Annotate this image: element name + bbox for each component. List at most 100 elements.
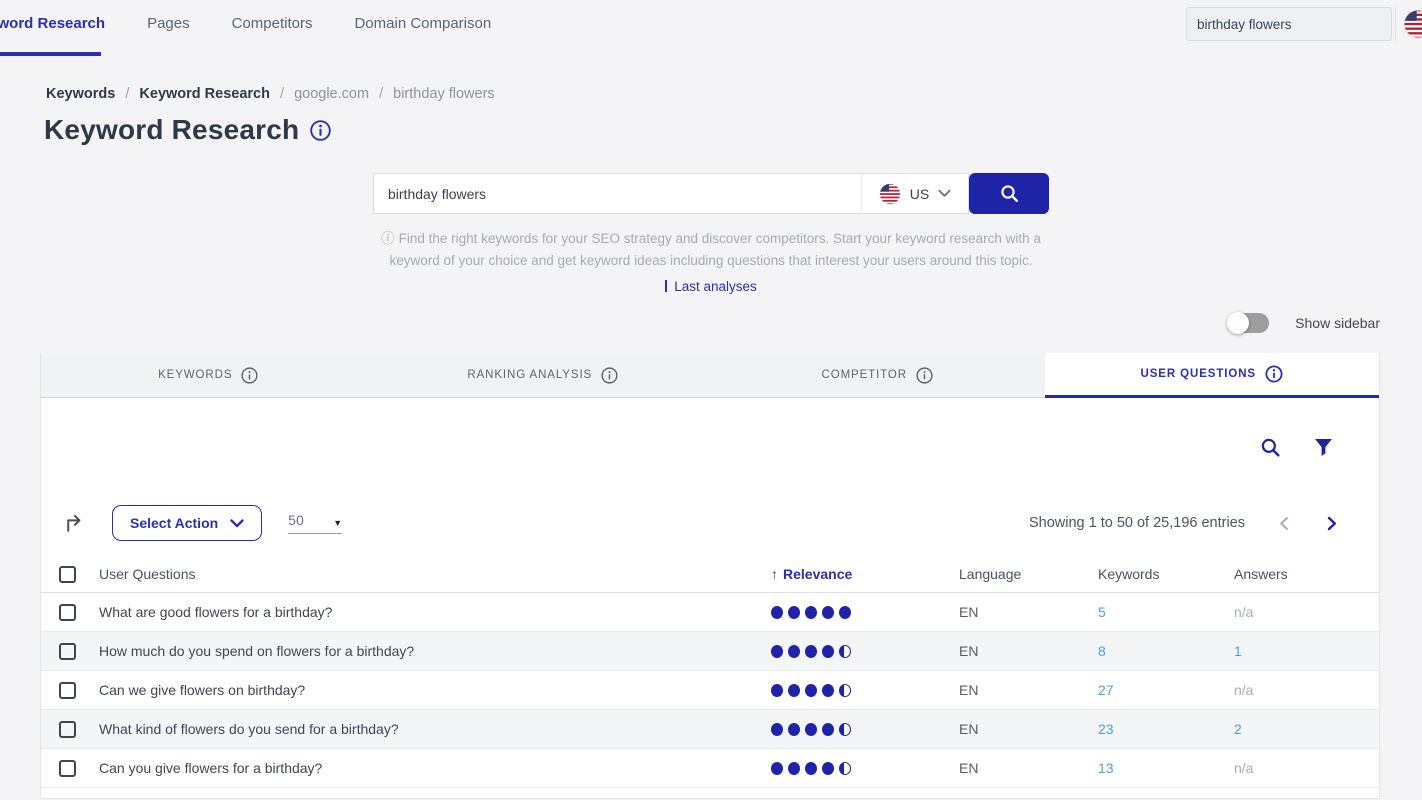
show-sidebar-label: Show sidebar — [1295, 315, 1380, 331]
nav-item-pages[interactable]: Pages — [147, 15, 190, 32]
relevance-dot-full — [839, 606, 851, 619]
topbar-search-area — [1186, 7, 1422, 41]
tab-keywords[interactable]: KEYWORDS — [41, 353, 376, 398]
table-row: Can we give flowers on birthday? EN27n/a — [41, 671, 1379, 710]
filter-icon[interactable] — [1314, 438, 1333, 457]
nav-item-keyword-research[interactable]: Keyword Research — [0, 15, 105, 32]
search-description: ⓘFind the right keywords for your SEO st… — [0, 228, 1422, 272]
breadcrumb-domain[interactable]: google.com — [294, 86, 369, 102]
select-action-button[interactable]: Select Action — [112, 505, 262, 541]
description-line-2: keyword of your choice and get keyword i… — [0, 250, 1422, 272]
language-value: EN — [959, 760, 1098, 776]
answers-value[interactable]: 2 — [1234, 721, 1379, 737]
relevance-dot-full — [805, 606, 817, 619]
relevance-dot-full — [788, 723, 800, 736]
col-header-language[interactable]: Language — [959, 566, 1098, 582]
language-value: EN — [959, 682, 1098, 698]
question-text[interactable]: How much do you spend on flowers for a b… — [99, 643, 771, 659]
breadcrumb-keywords[interactable]: Keywords — [46, 86, 115, 102]
sidebar-toggle-row: Show sidebar — [0, 313, 1380, 333]
info-icon — [601, 367, 618, 384]
chevron-right-icon — [1325, 516, 1339, 531]
sort-ascending-icon: ↑ — [771, 566, 778, 582]
row-checkbox[interactable] — [59, 604, 76, 621]
row-checkbox[interactable] — [59, 682, 76, 699]
relevance-dots — [771, 645, 959, 658]
action-row: Select Action 50 ▼ Showing 1 to 50 of 25… — [41, 504, 1379, 542]
page-title: Keyword Research — [44, 114, 299, 146]
relevance-dots — [771, 684, 959, 697]
search-icon[interactable] — [1260, 437, 1281, 458]
language-value: EN — [959, 604, 1098, 620]
table-body: What are good flowers for a birthday?EN5… — [41, 593, 1379, 799]
magnifier-icon — [1000, 184, 1019, 203]
relevance-dot-half — [839, 762, 851, 775]
question-text[interactable]: Can we give flowers on birthday? — [99, 682, 771, 698]
info-icon[interactable] — [310, 120, 331, 141]
breadcrumb: Keywords / Keyword Research / google.com… — [46, 86, 1422, 102]
pagination-prev-button[interactable] — [1277, 516, 1291, 531]
info-icon — [241, 367, 258, 384]
keywords-count-link[interactable]: 8 — [1098, 643, 1234, 659]
language-value: EN — [959, 643, 1098, 659]
search-button[interactable] — [969, 173, 1049, 214]
keywords-count-link[interactable]: 27 — [1098, 682, 1234, 698]
question-text[interactable]: What are good flowers for a birthday? — [99, 604, 771, 620]
relevance-dot-half — [839, 645, 851, 658]
show-sidebar-toggle[interactable] — [1228, 313, 1269, 333]
relevance-dot-full — [771, 684, 783, 697]
table-row: How much do you spend on flowers for a b… — [41, 632, 1379, 671]
col-header-relevance[interactable]: ↑Relevance — [771, 566, 959, 582]
table-tools-row — [41, 434, 1379, 460]
chevron-down-icon — [230, 519, 244, 528]
breadcrumb-separator: / — [379, 86, 383, 102]
tab-keywords-label: KEYWORDS — [158, 369, 232, 381]
col-header-answers[interactable]: Answers — [1234, 566, 1379, 582]
question-text[interactable]: Can you give flowers for a birthday? — [99, 760, 771, 776]
us-flag-icon — [879, 183, 901, 205]
tab-competitor[interactable]: COMPETITOR — [710, 353, 1045, 398]
col-header-keywords[interactable]: Keywords — [1098, 566, 1234, 582]
topbar-search-input[interactable] — [1186, 7, 1392, 41]
keywords-count-link[interactable]: 13 — [1098, 760, 1234, 776]
keywords-count-link[interactable]: 5 — [1098, 604, 1234, 620]
keyword-search-input[interactable] — [373, 173, 861, 214]
answers-value: n/a — [1234, 682, 1379, 698]
tab-user-questions[interactable]: USER QUESTIONS — [1045, 353, 1380, 398]
nav-item-domain-comparison[interactable]: Domain Comparison — [354, 15, 491, 32]
relevance-dot-full — [822, 762, 834, 775]
row-checkbox[interactable] — [59, 643, 76, 660]
row-checkbox[interactable] — [59, 721, 76, 738]
row-checkbox[interactable] — [59, 760, 76, 777]
us-flag-icon[interactable] — [1403, 9, 1422, 39]
relevance-dot-full — [805, 684, 817, 697]
topbar-divider — [1395, 7, 1396, 41]
relevance-dot-full — [788, 684, 800, 697]
country-selector[interactable]: US — [861, 173, 969, 214]
pagination-next-button[interactable] — [1325, 516, 1339, 531]
last-analyses-link[interactable]: Last analyses — [674, 279, 757, 294]
relevance-dot-full — [822, 606, 834, 619]
nav-item-competitors[interactable]: Competitors — [232, 15, 313, 32]
relevance-dot-full — [788, 606, 800, 619]
col-header-user-questions[interactable]: User Questions — [99, 566, 771, 582]
tab-ranking-analysis[interactable]: RANKING ANALYSIS — [376, 353, 711, 398]
page-size-select[interactable]: 50 ▼ — [288, 512, 342, 534]
tab-bar: KEYWORDS RANKING ANALYSIS COMPETITOR USE… — [41, 353, 1379, 398]
description-line-1: ⓘFind the right keywords for your SEO st… — [0, 228, 1422, 250]
chevron-down-icon — [938, 189, 951, 198]
relevance-dots — [771, 606, 959, 619]
table-row-partial — [41, 788, 1379, 799]
export-arrow-icon[interactable] — [63, 512, 86, 535]
top-navigation-bar: Keyword Research Pages Competitors Domai… — [0, 0, 1422, 60]
breadcrumb-keyword-research[interactable]: Keyword Research — [139, 86, 270, 102]
question-text[interactable]: What kind of flowers do you send for a b… — [99, 721, 771, 737]
page-size-value: 50 — [288, 512, 304, 528]
select-all-checkbox[interactable] — [59, 566, 76, 583]
answers-value[interactable]: 1 — [1234, 643, 1379, 659]
toggle-knob — [1227, 312, 1249, 334]
showing-entries-text: Showing 1 to 50 of 25,196 entries — [1029, 515, 1245, 531]
keywords-count-link[interactable]: 23 — [1098, 721, 1234, 737]
last-analyses-bar-icon — [665, 280, 667, 292]
relevance-dot-full — [771, 645, 783, 658]
